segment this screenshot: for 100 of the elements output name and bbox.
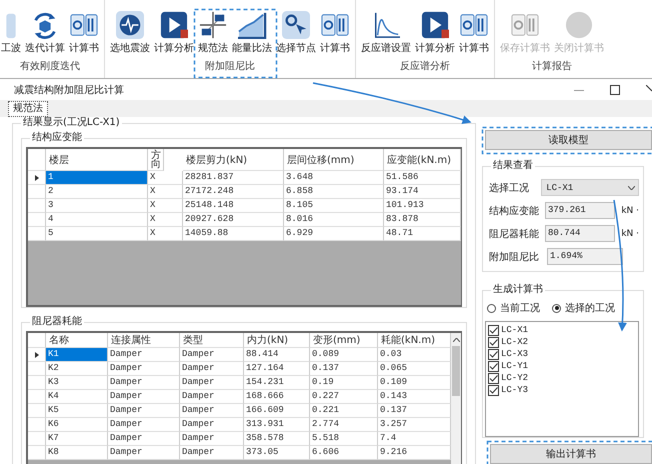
ribbon-button[interactable]: 计算书	[67, 11, 101, 55]
table-cell: 5	[46, 227, 148, 241]
scrollbar-thumb[interactable]	[452, 346, 460, 396]
play-icon	[159, 11, 189, 39]
row-header	[28, 404, 46, 418]
table-row[interactable]: K8 Damper Damper 373.05 6.606 9.216	[28, 446, 451, 460]
field-label: 附加阻尼比	[489, 250, 540, 264]
row-header	[28, 213, 46, 227]
case-label[interactable]: LC-Y1	[501, 361, 528, 371]
table-row[interactable]: K5 Damper Damper 166.609 0.221 0.137	[28, 404, 451, 418]
table-row[interactable]: 2 X 27172.248 6.858 93.174	[28, 185, 461, 199]
table-cell: 373.05	[244, 446, 310, 460]
table-row[interactable]: 3 X 25148.148 8.105 101.913	[28, 199, 461, 213]
table-row[interactable]: K7 Damper Damper 358.578 5.518 7.4	[28, 432, 451, 446]
scroll-up-icon[interactable]	[452, 338, 460, 342]
ribbon-button[interactable]: 选地震波	[108, 11, 152, 55]
ribbon-button[interactable]: 计算分析	[152, 11, 196, 55]
row-header	[28, 446, 46, 460]
crossed-lines-icon	[198, 11, 228, 39]
group-title: 结构应变能	[30, 132, 84, 144]
group-label: 有效刚度迭代	[20, 61, 80, 73]
row-pointer-icon	[34, 352, 38, 358]
disc-icon	[564, 11, 594, 39]
unit-label: kN ·	[621, 206, 639, 216]
play-icon	[420, 11, 450, 39]
row-header	[28, 418, 46, 432]
radio-button[interactable]	[552, 304, 561, 312]
table-cell: K8	[46, 446, 108, 460]
group-title: 生成计算书	[491, 284, 545, 296]
read-model-button[interactable]: 读取模型	[485, 130, 652, 150]
group-title: 结果查看	[491, 160, 535, 172]
table-row[interactable]: K3 Damper Damper 154.231 0.19 0.109	[28, 376, 451, 390]
table-cell: 1	[46, 171, 148, 185]
value-field[interactable]: 379.261	[545, 202, 616, 219]
ribbon-button[interactable]: 反应谱设置	[359, 11, 413, 55]
tab[interactable]: 规范法	[8, 101, 48, 117]
ribbon-button[interactable]: 规范法	[196, 11, 230, 55]
group-label: 反应谱分析	[400, 61, 450, 73]
table-row[interactable]: 1 X 28281.837 3.648 51.586	[28, 171, 461, 185]
ribbon-button[interactable]: 计算分析	[413, 11, 457, 55]
group-label: 附加阻尼比	[205, 61, 255, 73]
table-cell: X	[148, 227, 183, 241]
table-row[interactable]: K1 Damper Damper 88.414 0.089 0.03	[28, 348, 451, 362]
table-cell: K1	[46, 348, 108, 362]
case-label[interactable]: LC-X1	[501, 325, 528, 335]
checkbox[interactable]	[488, 336, 499, 348]
checkbox[interactable]	[488, 384, 499, 396]
row-pointer-icon	[34, 174, 38, 180]
value-field[interactable]: 1.694%	[547, 248, 623, 265]
ribbon-button[interactable]: 迭代计算	[23, 11, 67, 55]
checkbox[interactable]	[488, 372, 499, 384]
case-label[interactable]: LC-X2	[501, 337, 528, 347]
group-title: 阻尼器耗能	[30, 316, 84, 328]
table-row[interactable]: K2 Damper Damper 127.164 0.137 0.065	[28, 362, 451, 376]
maximize-icon[interactable]	[610, 84, 620, 94]
row-header	[28, 376, 46, 390]
table-cell: 48.71	[384, 227, 461, 241]
scrollbar[interactable]	[451, 333, 461, 464]
case-dropdown[interactable]: LC-X1	[541, 179, 639, 196]
row-header	[28, 185, 46, 199]
group-title: 结果显示(工况LC-X1)	[21, 117, 122, 129]
seismograph-icon	[115, 11, 145, 39]
checkbox[interactable]	[488, 348, 499, 360]
export-report-button[interactable]: 输出计算书	[490, 444, 652, 464]
unit-label: kN ·	[621, 228, 639, 238]
field-label: 阻尼器耗能	[489, 228, 539, 240]
chevron-down-icon	[628, 186, 635, 190]
ribbon-button[interactable]: 能量比法	[230, 11, 274, 55]
area-chart-icon	[236, 11, 268, 39]
checkbox[interactable]	[488, 360, 499, 372]
row-header	[28, 199, 46, 213]
ribbon-button[interactable]: 选择节点	[274, 11, 318, 55]
ribbon-button[interactable]: 计算书	[318, 11, 352, 55]
field-label: 选择工况	[489, 182, 530, 194]
case-label[interactable]: LC-X3	[501, 349, 528, 359]
checkbox[interactable]	[488, 324, 499, 336]
radio-button[interactable]	[487, 304, 496, 312]
table-cell: 14059.88	[183, 227, 284, 241]
pointer-icon	[281, 11, 311, 39]
table-cell: 6.606	[310, 446, 378, 460]
radio-option[interactable]: 当前工况	[487, 301, 540, 315]
ribbon-button[interactable]: 工波	[0, 11, 23, 55]
case-label[interactable]: LC-Y2	[501, 373, 528, 383]
ribbon-button[interactable]: 计算书	[457, 11, 491, 55]
value-field[interactable]: 80.744	[545, 225, 616, 242]
table-row[interactable]: 5 X 14059.88 6.929 48.71	[28, 227, 461, 241]
table-cell: 6.929	[284, 227, 384, 241]
table-row[interactable]: 4 X 20927.628 8.016 83.878	[28, 213, 461, 227]
row-header	[28, 362, 46, 376]
table-row[interactable]: K6 Damper Damper 313.931 2.774 3.257	[28, 418, 451, 432]
case-label[interactable]: LC-Y3	[501, 385, 528, 395]
window-title: 减震结构附加阻尼比计算	[14, 84, 124, 96]
table-row[interactable]: K4 Damper Damper 168.666 0.227 0.143	[28, 390, 451, 404]
group-label: 计算报告	[532, 61, 572, 73]
row-header	[28, 227, 46, 241]
table-cell: Damper	[108, 446, 180, 460]
field-label: 结构应变能	[489, 204, 539, 218]
radio-option[interactable]: 选择的工况	[552, 301, 615, 315]
row-header	[28, 432, 46, 446]
table-cell: Damper	[180, 446, 244, 460]
